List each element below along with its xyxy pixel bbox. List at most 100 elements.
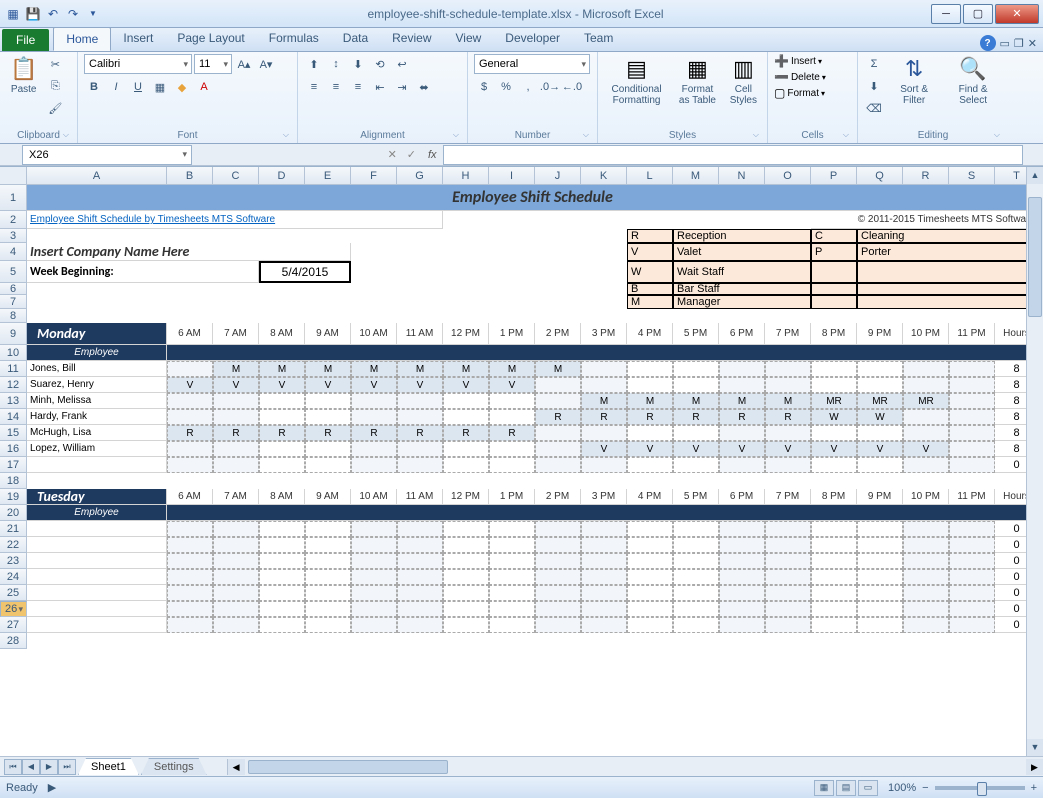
shift-cell[interactable] bbox=[443, 553, 489, 569]
shift-cell[interactable] bbox=[213, 521, 259, 537]
shift-cell[interactable] bbox=[397, 457, 443, 473]
shift-cell[interactable] bbox=[903, 569, 949, 585]
shift-cell[interactable] bbox=[351, 521, 397, 537]
cut-icon[interactable]: ✂ bbox=[45, 54, 65, 74]
employee-name[interactable] bbox=[27, 521, 167, 537]
shift-cell[interactable]: M bbox=[397, 361, 443, 377]
shift-cell[interactable] bbox=[489, 601, 535, 617]
employee-name[interactable]: Lopez, William bbox=[27, 441, 167, 457]
shift-cell[interactable]: M bbox=[581, 393, 627, 409]
shift-cell[interactable] bbox=[765, 457, 811, 473]
shift-cell[interactable] bbox=[719, 537, 765, 553]
shift-cell[interactable] bbox=[259, 441, 305, 457]
format-as-table-button[interactable]: ▦Format as Table bbox=[673, 54, 722, 108]
shift-cell[interactable] bbox=[581, 521, 627, 537]
autosum-icon[interactable]: Σ bbox=[864, 54, 884, 74]
shift-cell[interactable]: R bbox=[351, 425, 397, 441]
shift-cell[interactable]: V bbox=[305, 377, 351, 393]
shift-cell[interactable] bbox=[167, 409, 213, 425]
shift-cell[interactable] bbox=[581, 457, 627, 473]
legend-name[interactable]: Valet bbox=[673, 243, 811, 261]
save-icon[interactable]: 💾 bbox=[24, 5, 42, 23]
shift-cell[interactable] bbox=[903, 617, 949, 633]
col-header-R[interactable]: R bbox=[903, 167, 949, 185]
col-header-F[interactable]: F bbox=[351, 167, 397, 185]
time-header[interactable]: 6 AM bbox=[167, 489, 213, 505]
time-header[interactable]: 7 PM bbox=[765, 489, 811, 505]
shift-cell[interactable] bbox=[489, 393, 535, 409]
legend-code[interactable] bbox=[811, 261, 857, 283]
border-button[interactable]: ▦ bbox=[150, 77, 170, 97]
shift-cell[interactable] bbox=[719, 585, 765, 601]
shift-cell[interactable]: R bbox=[673, 409, 719, 425]
row-header-5[interactable]: 5 bbox=[0, 261, 27, 283]
shift-cell[interactable] bbox=[489, 457, 535, 473]
shift-cell[interactable] bbox=[857, 601, 903, 617]
sort-filter-button[interactable]: ⇅Sort & Filter bbox=[888, 54, 940, 108]
shift-cell[interactable] bbox=[351, 569, 397, 585]
bold-button[interactable]: B bbox=[84, 77, 104, 97]
increase-indent-icon[interactable]: ⇥ bbox=[392, 77, 412, 97]
shift-cell[interactable]: R bbox=[489, 425, 535, 441]
employee-name[interactable] bbox=[27, 457, 167, 473]
legend-name[interactable]: Wait Staff bbox=[673, 261, 811, 283]
shift-cell[interactable]: V bbox=[627, 441, 673, 457]
redo-icon[interactable]: ↷ bbox=[64, 5, 82, 23]
legend-code[interactable]: W bbox=[627, 261, 673, 283]
shift-cell[interactable] bbox=[259, 393, 305, 409]
time-header[interactable]: 8 PM bbox=[811, 489, 857, 505]
time-header[interactable]: 11 AM bbox=[397, 323, 443, 345]
paste-button[interactable]: 📋 Paste bbox=[6, 54, 41, 97]
time-header[interactable]: 10 AM bbox=[351, 323, 397, 345]
shift-cell[interactable] bbox=[811, 425, 857, 441]
shift-cell[interactable] bbox=[719, 617, 765, 633]
time-header[interactable]: 7 PM bbox=[765, 323, 811, 345]
copyright-text[interactable]: © 2011-2015 Timesheets MTS Software bbox=[811, 211, 1039, 229]
italic-button[interactable]: I bbox=[106, 77, 126, 97]
row-header-3[interactable]: 3 bbox=[0, 229, 27, 243]
col-header-B[interactable]: B bbox=[167, 167, 213, 185]
shift-cell[interactable] bbox=[627, 521, 673, 537]
col-header-S[interactable]: S bbox=[949, 167, 995, 185]
row-header-14[interactable]: 14 bbox=[0, 409, 27, 425]
shift-cell[interactable]: R bbox=[443, 425, 489, 441]
shift-cell[interactable] bbox=[535, 569, 581, 585]
company-name[interactable]: Insert Company Name Here bbox=[27, 243, 351, 261]
sheet-title[interactable]: Employee Shift Schedule bbox=[27, 185, 1039, 211]
week-label[interactable]: Week Beginning: bbox=[27, 261, 259, 283]
time-header[interactable]: 5 PM bbox=[673, 323, 719, 345]
row-header-12[interactable]: 12 bbox=[0, 377, 27, 393]
shift-cell[interactable]: MR bbox=[903, 393, 949, 409]
shift-cell[interactable] bbox=[857, 537, 903, 553]
shift-cell[interactable] bbox=[397, 601, 443, 617]
row-header-15[interactable]: 15 bbox=[0, 425, 27, 441]
row-header-7[interactable]: 7 bbox=[0, 295, 27, 309]
time-header[interactable]: 4 PM bbox=[627, 489, 673, 505]
shift-cell[interactable] bbox=[259, 553, 305, 569]
time-header[interactable]: 12 PM bbox=[443, 323, 489, 345]
shift-cell[interactable]: M bbox=[489, 361, 535, 377]
shift-cell[interactable]: V bbox=[397, 377, 443, 393]
shift-cell[interactable] bbox=[305, 521, 351, 537]
row-header-6[interactable]: 6 bbox=[0, 283, 27, 295]
shift-cell[interactable] bbox=[167, 441, 213, 457]
fill-icon[interactable]: ⬇ bbox=[864, 76, 884, 96]
help-icon[interactable]: ? bbox=[980, 35, 996, 51]
shift-cell[interactable] bbox=[535, 521, 581, 537]
shift-cell[interactable] bbox=[213, 393, 259, 409]
shift-cell[interactable] bbox=[397, 521, 443, 537]
shift-cell[interactable] bbox=[305, 585, 351, 601]
row-header-4[interactable]: 4 bbox=[0, 243, 27, 261]
shift-cell[interactable]: M bbox=[765, 393, 811, 409]
shift-cell[interactable] bbox=[949, 425, 995, 441]
shift-cell[interactable] bbox=[167, 617, 213, 633]
shift-cell[interactable] bbox=[213, 409, 259, 425]
row-header-17[interactable]: 17 bbox=[0, 457, 27, 473]
shift-cell[interactable] bbox=[949, 457, 995, 473]
col-header-I[interactable]: I bbox=[489, 167, 535, 185]
maximize-button[interactable]: ▢ bbox=[963, 4, 993, 24]
shift-cell[interactable]: W bbox=[857, 409, 903, 425]
shift-cell[interactable] bbox=[627, 537, 673, 553]
row-header-23[interactable]: 23 bbox=[0, 553, 27, 569]
shift-cell[interactable] bbox=[489, 409, 535, 425]
